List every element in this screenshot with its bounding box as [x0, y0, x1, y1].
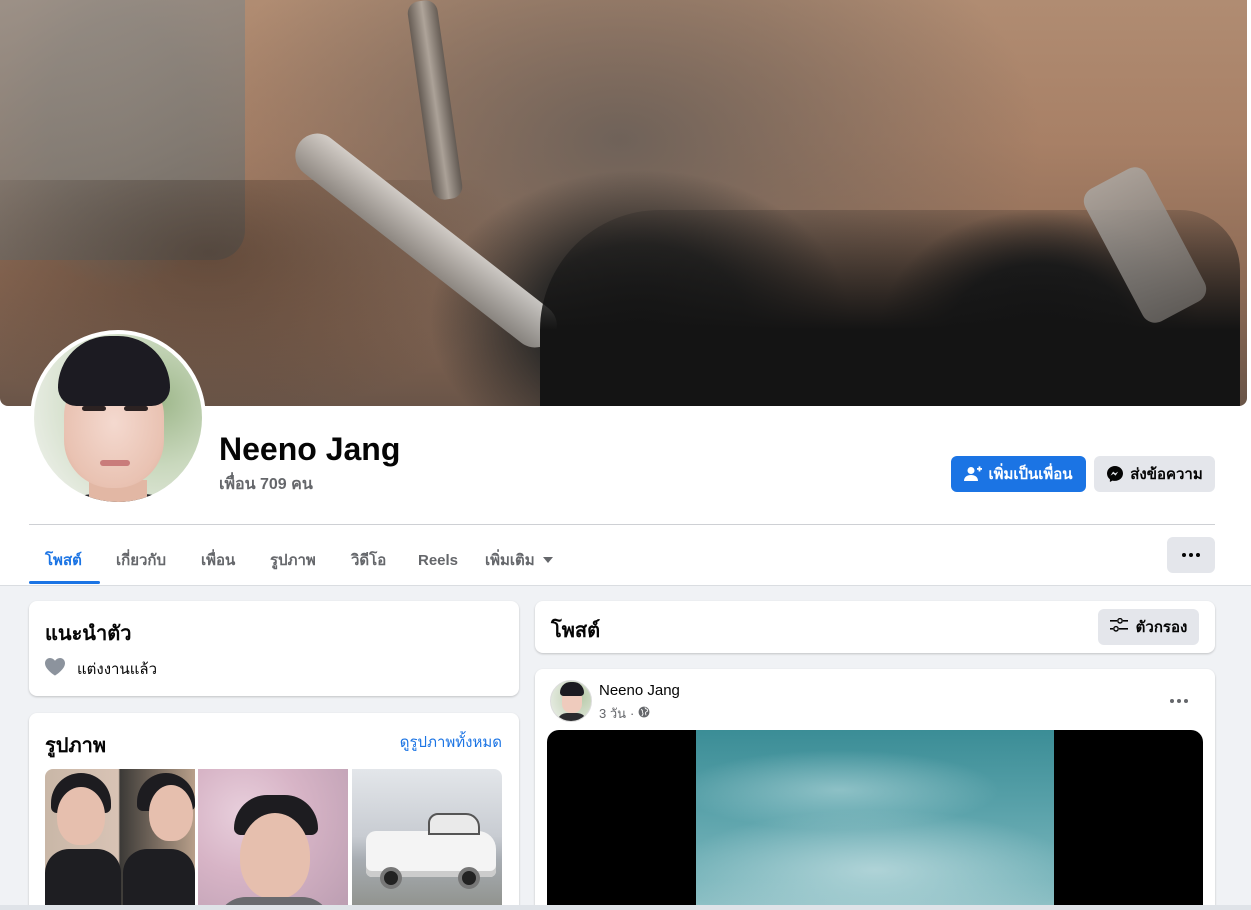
- horizontal-scrollbar[interactable]: [0, 905, 1251, 910]
- intro-card: แนะนำตัว แต่งงานแล้ว: [29, 601, 519, 696]
- friends-count[interactable]: เพื่อน 709 คน: [219, 472, 313, 497]
- profile-name: Neeno Jang: [219, 431, 401, 467]
- add-friend-button[interactable]: เพิ่มเป็นเพื่อน: [951, 456, 1086, 492]
- meta-separator: ·: [630, 706, 635, 721]
- message-button[interactable]: ส่งข้อความ: [1094, 456, 1215, 492]
- tab-posts[interactable]: โพสต์: [45, 537, 82, 583]
- messenger-icon: [1106, 465, 1124, 483]
- photos-card: รูปภาพ ดูรูปภาพทั้งหมด: [29, 713, 519, 910]
- relationship-label: แต่งงานแล้ว: [77, 661, 158, 678]
- cover-fork: [406, 0, 464, 202]
- see-all-photos-link[interactable]: ดูรูปภาพทั้งหมด: [400, 730, 502, 754]
- post-author-name[interactable]: Neeno Jang: [599, 682, 680, 699]
- tab-more-label: เพิ่มเติม: [485, 552, 535, 569]
- photo-thumbnail[interactable]: [198, 769, 348, 910]
- profile-more-button[interactable]: [1167, 537, 1215, 573]
- globe-icon: [638, 706, 650, 721]
- posts-header-card: โพสต์ ตัวกรอง: [535, 601, 1215, 653]
- post-meta: 3 วัน ·: [599, 703, 650, 724]
- post-image-sky: [696, 730, 1054, 910]
- active-tab-indicator: [29, 581, 100, 584]
- post-author-avatar[interactable]: [550, 680, 592, 722]
- filter-label: ตัวกรอง: [1135, 619, 1188, 636]
- intro-title: แนะนำตัว: [45, 623, 132, 645]
- photo-thumbnail[interactable]: [352, 769, 502, 910]
- posts-title: โพสต์: [551, 620, 601, 642]
- person-plus-icon: [964, 466, 983, 482]
- tab-videos[interactable]: วิดีโอ: [351, 537, 386, 583]
- tab-photos[interactable]: รูปภาพ: [270, 537, 316, 583]
- sliders-icon: [1109, 617, 1128, 636]
- profile-picture[interactable]: [30, 330, 206, 506]
- photo-thumbnail[interactable]: [45, 769, 195, 910]
- cover-photo[interactable]: [0, 0, 1247, 406]
- post-card: Neeno Jang 3 วัน ·: [535, 669, 1215, 910]
- tab-more[interactable]: เพิ่มเติม: [485, 537, 553, 583]
- caret-down-icon: [542, 557, 553, 563]
- header-divider: [29, 524, 1215, 525]
- tab-reels[interactable]: Reels: [418, 537, 458, 583]
- post-more-button[interactable]: [1161, 683, 1197, 719]
- photos-title: รูปภาพ: [45, 735, 107, 757]
- ellipsis-icon: [1170, 699, 1188, 703]
- tab-about[interactable]: เกี่ยวกับ: [116, 537, 166, 583]
- avatar: [34, 334, 202, 502]
- filter-button[interactable]: ตัวกรอง: [1098, 609, 1199, 645]
- tab-friends[interactable]: เพื่อน: [201, 537, 235, 583]
- add-friend-label: เพิ่มเป็นเพื่อน: [988, 466, 1073, 483]
- post-time[interactable]: 3 วัน: [599, 703, 626, 724]
- post-media[interactable]: [547, 730, 1203, 910]
- message-label: ส่งข้อความ: [1130, 466, 1203, 483]
- heart-icon: [45, 658, 65, 680]
- relationship-status: แต่งงานแล้ว: [45, 657, 157, 681]
- ellipsis-icon: [1182, 553, 1200, 557]
